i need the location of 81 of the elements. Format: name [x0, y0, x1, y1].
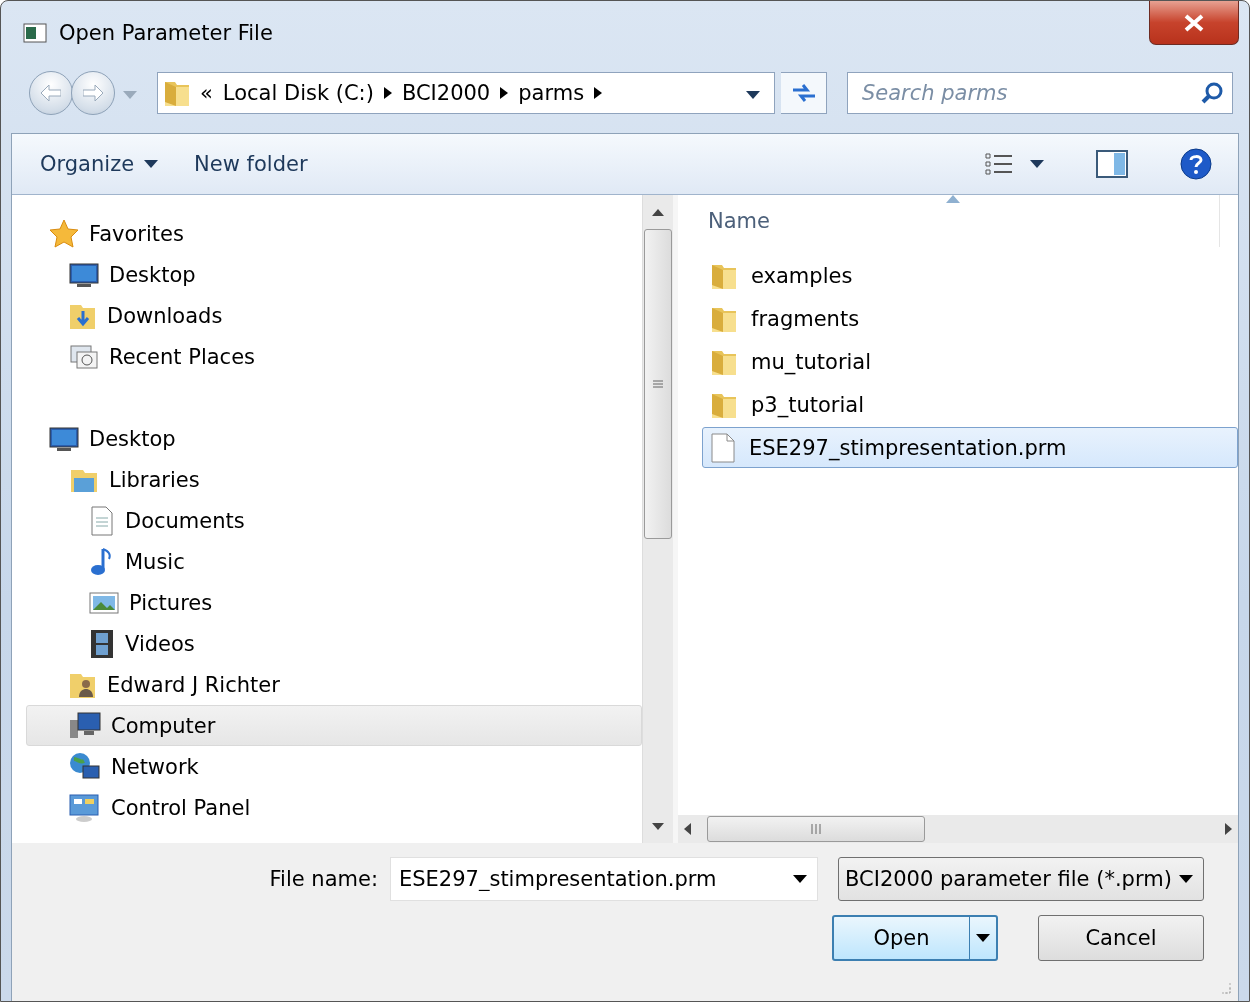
help-icon	[1180, 148, 1212, 180]
forward-arrow-icon	[83, 85, 103, 101]
sort-arrow-icon	[946, 195, 960, 203]
file-name-field[interactable]: ESE297_stimpresentation.prm	[390, 857, 818, 901]
nav-item[interactable]: Music	[26, 541, 642, 582]
caret-icon	[1179, 875, 1193, 883]
scroll-right-icon	[1225, 823, 1232, 835]
history-caret-icon	[123, 90, 137, 99]
folder-icon	[164, 79, 190, 107]
search-field[interactable]: Search parms	[847, 72, 1233, 114]
file-row[interactable]: ESE297_stimpresentation.prm	[702, 427, 1238, 468]
nav-item[interactable]: Network	[26, 746, 642, 787]
breadcrumb[interactable]: BCI2000	[401, 81, 491, 105]
network-icon	[69, 751, 101, 782]
back-button[interactable]	[29, 71, 73, 115]
refresh-arrows-icon	[790, 82, 817, 104]
organize-menu[interactable]: Organize	[36, 148, 163, 180]
preview-pane-button[interactable]	[1094, 148, 1130, 180]
search-icon	[1201, 82, 1223, 104]
caret-icon	[793, 875, 807, 883]
file-type-dropdown[interactable]: BCI2000 parameter file (*.prm)	[838, 857, 1204, 901]
vertical-scrollbar[interactable]	[642, 195, 673, 843]
nav-item[interactable]: Favorites	[26, 213, 642, 254]
file-row[interactable]: examples	[702, 255, 1238, 296]
control-panel-icon	[69, 792, 101, 823]
list-view-icon	[984, 152, 1014, 176]
file-row[interactable]: p3_tutorial	[702, 384, 1238, 425]
window-icon	[23, 23, 47, 43]
grip-icon	[810, 824, 822, 834]
pictures-icon	[89, 589, 119, 616]
cancel-button[interactable]: Cancel	[1038, 915, 1204, 961]
nav-item[interactable]: Videos	[26, 623, 642, 664]
dropdown-caret-icon	[746, 90, 760, 99]
forward-button[interactable]	[71, 71, 115, 115]
overflow-chevron[interactable]: «	[200, 81, 213, 105]
close-button[interactable]	[1149, 1, 1239, 45]
nav-item[interactable]: Documents	[26, 500, 642, 541]
grip-icon	[653, 379, 663, 389]
caret-icon	[976, 934, 990, 942]
file-row[interactable]: fragments	[702, 298, 1238, 339]
monitor-icon	[69, 261, 99, 288]
caret-icon	[1030, 160, 1044, 168]
nav-item[interactable]: Edward J Richter	[26, 664, 642, 705]
refresh-button[interactable]	[781, 72, 827, 114]
column-header[interactable]: Name	[678, 195, 1220, 247]
nav-item[interactable]: Desktop	[26, 254, 642, 295]
breadcrumb[interactable]: parms	[518, 81, 585, 105]
file-row[interactable]: mu_tutorial	[702, 341, 1238, 382]
scroll-left-icon	[684, 823, 691, 835]
file-name-label: File name:	[269, 867, 378, 891]
nav-item[interactable]: Pictures	[26, 582, 642, 623]
help-button[interactable]	[1178, 146, 1214, 182]
monitor-icon	[49, 425, 79, 452]
document-icon	[711, 432, 735, 463]
new-folder-button[interactable]: New folder	[190, 148, 312, 180]
star-icon	[49, 218, 79, 249]
nav-item[interactable]: Recent Places	[26, 336, 642, 377]
open-button[interactable]: Open	[832, 915, 998, 961]
scroll-down-icon	[652, 822, 664, 830]
film-icon	[89, 628, 115, 659]
close-icon	[1184, 13, 1204, 32]
address-bar[interactable]: « Local Disk (C:) BCI2000 parms	[157, 72, 775, 114]
caret-icon	[144, 160, 159, 168]
preview-pane-icon	[1096, 150, 1128, 178]
breadcrumb[interactable]: Local Disk (C:)	[222, 81, 374, 105]
recent-places-icon	[69, 342, 99, 371]
window-title: Open Parameter File	[59, 21, 273, 45]
nav-item[interactable]: Downloads	[26, 295, 642, 336]
horizontal-scrollbar[interactable]	[678, 815, 1238, 843]
chevron-icon	[500, 87, 509, 99]
chevron-icon	[594, 87, 603, 99]
nav-item[interactable]: Libraries	[26, 459, 642, 500]
nav-item[interactable]: Computer	[26, 705, 642, 746]
nav-item[interactable]: Desktop	[26, 418, 642, 459]
scroll-up-icon	[652, 208, 664, 216]
nav-item[interactable]: Control Panel	[26, 787, 642, 828]
document-icon	[89, 505, 115, 536]
back-arrow-icon	[41, 85, 61, 101]
computer-icon	[69, 711, 101, 740]
view-menu-button[interactable]	[982, 150, 1046, 178]
chevron-icon	[383, 87, 392, 99]
